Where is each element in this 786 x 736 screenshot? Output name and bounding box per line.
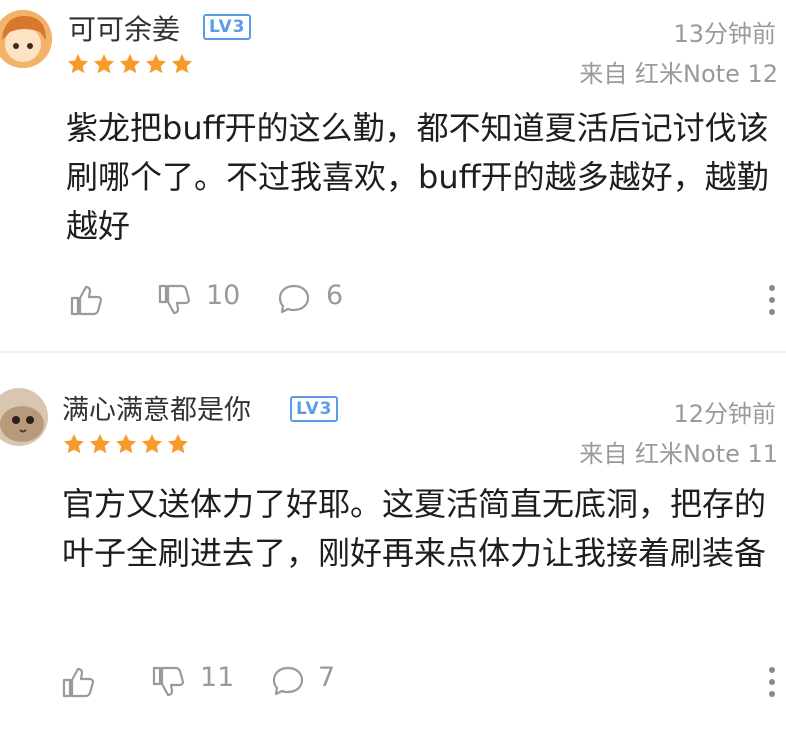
thumbs-up-icon[interactable]	[68, 282, 104, 318]
comment-bubble-icon[interactable]	[276, 282, 312, 318]
more-vertical-icon[interactable]	[766, 664, 778, 700]
thumbs-down-icon[interactable]	[156, 282, 192, 318]
star-icon	[146, 54, 166, 74]
comment-bubble-icon[interactable]	[270, 664, 306, 700]
comment-card: 可可余姜 LV3 13分钟前 来自 红米Note 12 紫龙把buff开的这么勤…	[0, 0, 786, 352]
comment-actions: 10 6	[0, 280, 786, 320]
dislike-count: 11	[200, 662, 235, 693]
star-icon	[168, 434, 188, 454]
star-icon	[68, 54, 88, 74]
more-vertical-icon[interactable]	[766, 282, 778, 318]
star-icon	[90, 434, 110, 454]
level-badge: LV3	[203, 14, 252, 40]
star-icon	[120, 54, 140, 74]
star-icon	[64, 434, 84, 454]
thumbs-up-icon[interactable]	[60, 664, 96, 700]
star-icon	[94, 54, 114, 74]
comment-divider	[0, 351, 786, 353]
timestamp: 13分钟前	[673, 20, 776, 48]
star-icon	[142, 434, 162, 454]
comment-actions: 11 7	[0, 662, 786, 702]
device-source: 来自 红米Note 11	[579, 440, 778, 468]
username[interactable]: 可可余姜	[68, 8, 180, 48]
rating-stars	[62, 432, 190, 456]
timestamp: 12分钟前	[673, 400, 776, 428]
comment-card: 满心满意都是你 LV3 12分钟前 来自 红米Note 11 官方又送体力了好耶…	[0, 354, 786, 736]
reply-count: 7	[318, 662, 336, 693]
avatar[interactable]	[0, 388, 48, 446]
reply-count: 6	[326, 280, 344, 311]
star-icon	[172, 54, 192, 74]
username[interactable]: 满心满意都是你	[62, 388, 251, 427]
comment-text: 紫龙把buff开的这么勤，都不知道夏活后记讨伐该刷哪个了。不过我喜欢，buff开…	[66, 109, 769, 245]
avatar[interactable]	[0, 10, 52, 68]
device-source: 来自 红米Note 12	[579, 60, 778, 88]
comment-text: 官方又送体力了好耶。这夏活简直无底洞，把存的叶子全刷进去了，刚好再来点体力让我接…	[62, 485, 767, 572]
dislike-count: 10	[206, 280, 241, 311]
thumbs-down-icon[interactable]	[150, 664, 186, 700]
level-badge: LV3	[290, 396, 339, 422]
star-icon	[116, 434, 136, 454]
rating-stars	[66, 52, 194, 76]
